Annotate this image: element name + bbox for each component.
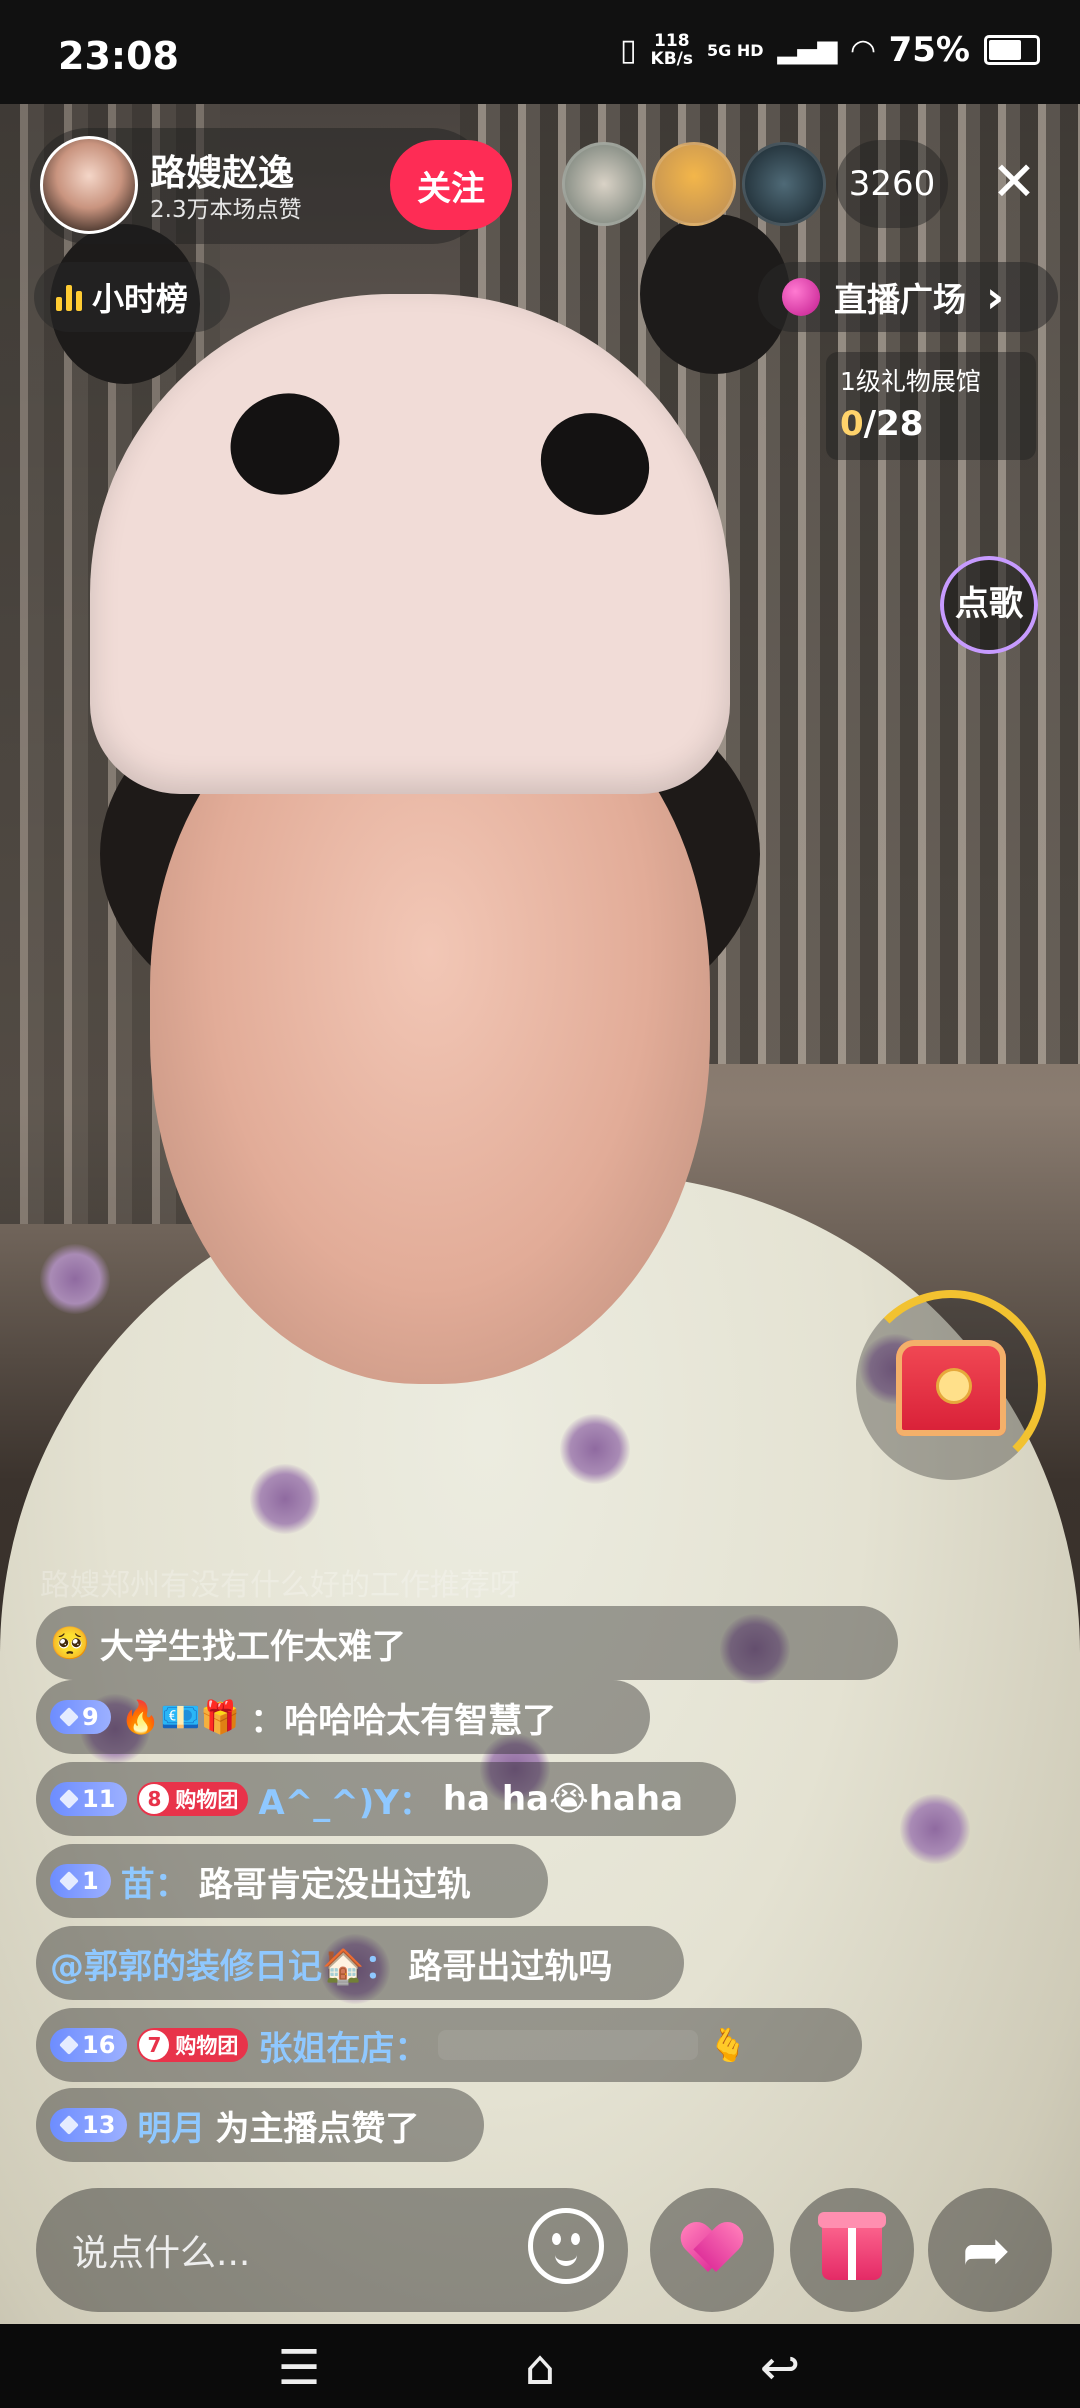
user-level-badge: 16: [50, 2028, 128, 2062]
back-icon[interactable]: ↩: [745, 2338, 815, 2398]
network-type: 5G HD: [707, 40, 764, 60]
fan-club-badge: 8 购物团: [137, 1782, 249, 1816]
chat-message[interactable]: @郭郭的装修日记🏠： 路哥出过轨吗: [36, 1926, 684, 2000]
chat-message[interactable]: 1 苗： 路哥肯定没出过轨: [36, 1844, 548, 1918]
host-name: 路嫂赵逸: [150, 153, 295, 194]
net-speed: 118 KB/s: [650, 31, 694, 69]
chat-text: 为主播点赞了: [215, 2108, 420, 2149]
chat-message[interactable]: 16 7 购物团 张姐在店： 🫰: [36, 2008, 862, 2082]
heart-icon: [684, 2224, 740, 2274]
treasure-chest-icon: [896, 1340, 1006, 1436]
follow-button[interactable]: 关注: [390, 140, 512, 230]
chat-text: 大学生找工作太难了: [99, 1626, 406, 1667]
chevron-right-icon: ›: [986, 271, 1005, 323]
viewer-count[interactable]: 3260: [836, 140, 948, 228]
chat-username[interactable]: 苗：: [121, 1857, 189, 1906]
bar-chart-icon: [56, 283, 82, 311]
comment-input[interactable]: 说点什么...: [36, 2188, 628, 2312]
gift-gallery[interactable]: 1级礼物展馆 0/28: [826, 352, 1036, 460]
host-info[interactable]: 路嫂赵逸 2.3万本场点赞 关注: [30, 128, 512, 244]
chat-message[interactable]: 13 明月 为主播点赞了: [36, 2088, 484, 2162]
host-likes: 2.3万本场点赞: [150, 197, 302, 223]
hourly-rank-button[interactable]: 小时榜: [34, 262, 230, 332]
battery-percent: 75%: [888, 30, 970, 70]
system-nav-bar: ☰ ⌂ ↩: [0, 2324, 1080, 2408]
status-bar: 23:08 ▯ 118 KB/s 5G HD ▂▄▆ ◠ 75%: [0, 0, 1080, 104]
viewer-avatar[interactable]: [652, 142, 736, 226]
chat-username[interactable]: 张姐在店：: [258, 2021, 428, 2070]
chat-text: 路哥出过轨吗: [408, 1946, 613, 1987]
gift-gallery-title: 1级礼物展馆: [840, 367, 981, 396]
live-plaza-button[interactable]: 直播广场 ›: [758, 262, 1058, 332]
vibrate-icon: ▯: [620, 32, 637, 68]
user-level-badge: 9: [50, 1700, 111, 1734]
home-icon[interactable]: ⌂: [505, 2338, 575, 2398]
menu-icon[interactable]: ☰: [264, 2338, 334, 2398]
live-plaza-label: 直播广场: [834, 280, 966, 319]
chat-username[interactable]: 明月: [137, 2101, 205, 2150]
gift-icon: [818, 2212, 886, 2280]
lollipop-icon: [782, 278, 820, 316]
chat-username[interactable]: A^_^)Y：: [258, 1775, 432, 1824]
chat-message-faded: 路嫂郑州有没有什么好的工作推荐呀: [40, 1568, 520, 1603]
emoji-icon[interactable]: [528, 2208, 604, 2284]
chat-text: ：哈哈哈太有智慧了: [250, 1700, 557, 1741]
viewer-avatar[interactable]: [742, 142, 826, 226]
status-time: 23:08: [58, 34, 179, 78]
song-request-button[interactable]: 点歌: [940, 556, 1038, 654]
comment-placeholder: 说点什么...: [72, 2233, 251, 2274]
wifi-icon: ◠: [851, 32, 875, 68]
chat-username[interactable]: @郭郭的装修日记🏠：: [50, 1939, 398, 1988]
gift-gallery-progress: 0/28: [840, 404, 924, 444]
host-avatar[interactable]: [40, 136, 138, 234]
treasure-chest-button[interactable]: [856, 1290, 1046, 1480]
battery-icon: [984, 35, 1040, 65]
blurred-content: [438, 2030, 699, 2060]
chat-text: 路哥肯定没出过轨: [198, 1864, 471, 1905]
user-level-badge: 11: [50, 1782, 128, 1816]
like-button[interactable]: [650, 2188, 774, 2312]
chat-message[interactable]: 9 🔥💶🎁 ：哈哈哈太有智慧了: [36, 1680, 650, 1754]
close-icon[interactable]: ✕: [978, 146, 1050, 218]
chat-message[interactable]: 11 8 购物团 A^_^)Y： ha ha😭haha: [36, 1762, 736, 1836]
gift-button[interactable]: [790, 2188, 914, 2312]
hourly-rank-label: 小时榜: [92, 280, 189, 318]
share-button[interactable]: ➦: [928, 2188, 1052, 2312]
user-level-badge: 13: [50, 2108, 128, 2142]
share-icon: ➦: [962, 2216, 1011, 2284]
chat-message[interactable]: 🥺 大学生找工作太难了: [36, 1606, 898, 1680]
signal-icon: ▂▄▆: [777, 35, 838, 65]
chat-text: ha ha😭haha: [442, 1779, 684, 1819]
fan-club-badge: 7 购物团: [137, 2028, 249, 2062]
viewer-avatar[interactable]: [562, 142, 646, 226]
user-level-badge: 1: [50, 1864, 111, 1898]
